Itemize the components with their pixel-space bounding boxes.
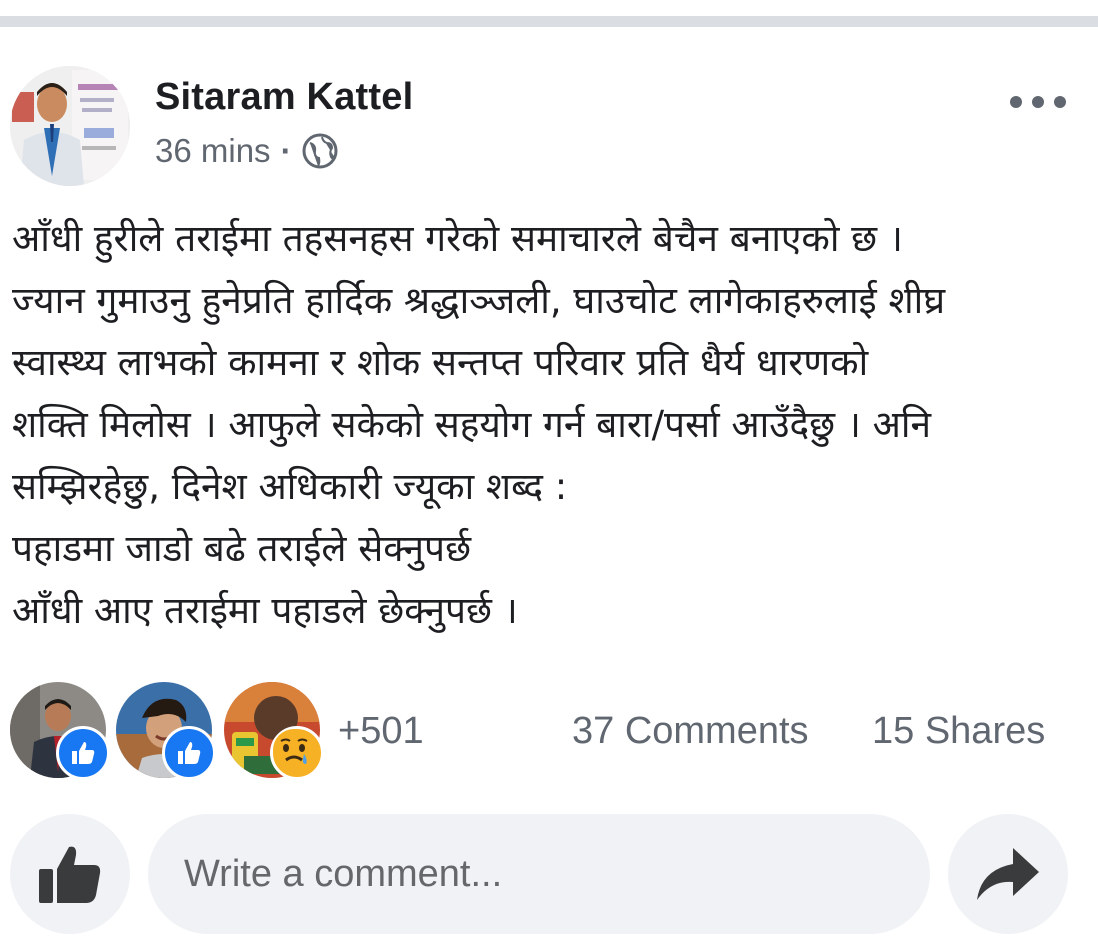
globe-icon xyxy=(302,133,338,169)
post-line: आँधी आए तराईमा पहाडले छेक्नुपर्छ । xyxy=(12,589,518,632)
shares-count-link[interactable]: 15 Shares xyxy=(872,710,1045,753)
like-button[interactable] xyxy=(10,814,130,934)
reactor-avatars[interactable] xyxy=(10,682,340,782)
post-line: पहाडमा जाडो बढे तराईले सेक्नुपर्छ xyxy=(12,527,472,570)
comment-input[interactable]: Write a comment... xyxy=(148,814,930,934)
post-line: सम्झिरहेछु, दिनेश अधिकारी ज्यूका शब्द : xyxy=(12,465,568,508)
share-arrow-icon xyxy=(977,848,1039,900)
reactor-avatar xyxy=(224,682,324,780)
reaction-count[interactable]: +501 xyxy=(338,710,424,753)
share-button[interactable] xyxy=(948,814,1068,934)
feed-divider xyxy=(0,16,1098,27)
thumbs-up-icon xyxy=(39,846,101,903)
comments-count-link[interactable]: 37 Comments xyxy=(572,710,809,753)
post-line: आँधी हुरीले तराईमा तहसनहस गरेको समाचारले… xyxy=(12,217,903,260)
reactor-avatar xyxy=(116,682,216,780)
comment-placeholder: Write a comment... xyxy=(184,852,503,895)
more-dot xyxy=(1054,96,1066,108)
post-text: आँधी हुरीले तराईमा तहसनहस गरेको समाचारले… xyxy=(12,208,1082,642)
post-line: ज्यान गुमाउनु हुनेप्रति हार्दिक श्रद्धाञ… xyxy=(12,279,946,322)
author-name[interactable]: Sitaram Kattel xyxy=(155,76,413,119)
like-icon xyxy=(162,726,216,780)
post-meta: 36 mins · xyxy=(155,132,338,170)
post-line: शक्ति मिलोस । आफुले सकेको सहयोग गर्न बार… xyxy=(12,403,932,446)
author-avatar[interactable] xyxy=(10,66,130,186)
meta-separator: · xyxy=(280,132,292,169)
reactor-avatar xyxy=(10,682,110,780)
more-options-icon[interactable] xyxy=(1010,90,1066,114)
post-line: स्वास्थ्य लाभको कामना र शोक सन्तप्त परिव… xyxy=(12,341,869,384)
more-dot xyxy=(1032,96,1044,108)
more-dot xyxy=(1010,96,1022,108)
like-icon xyxy=(56,726,110,780)
avatar-photo xyxy=(10,66,130,186)
post-time[interactable]: 36 mins xyxy=(155,132,271,170)
sad-icon xyxy=(270,726,324,780)
